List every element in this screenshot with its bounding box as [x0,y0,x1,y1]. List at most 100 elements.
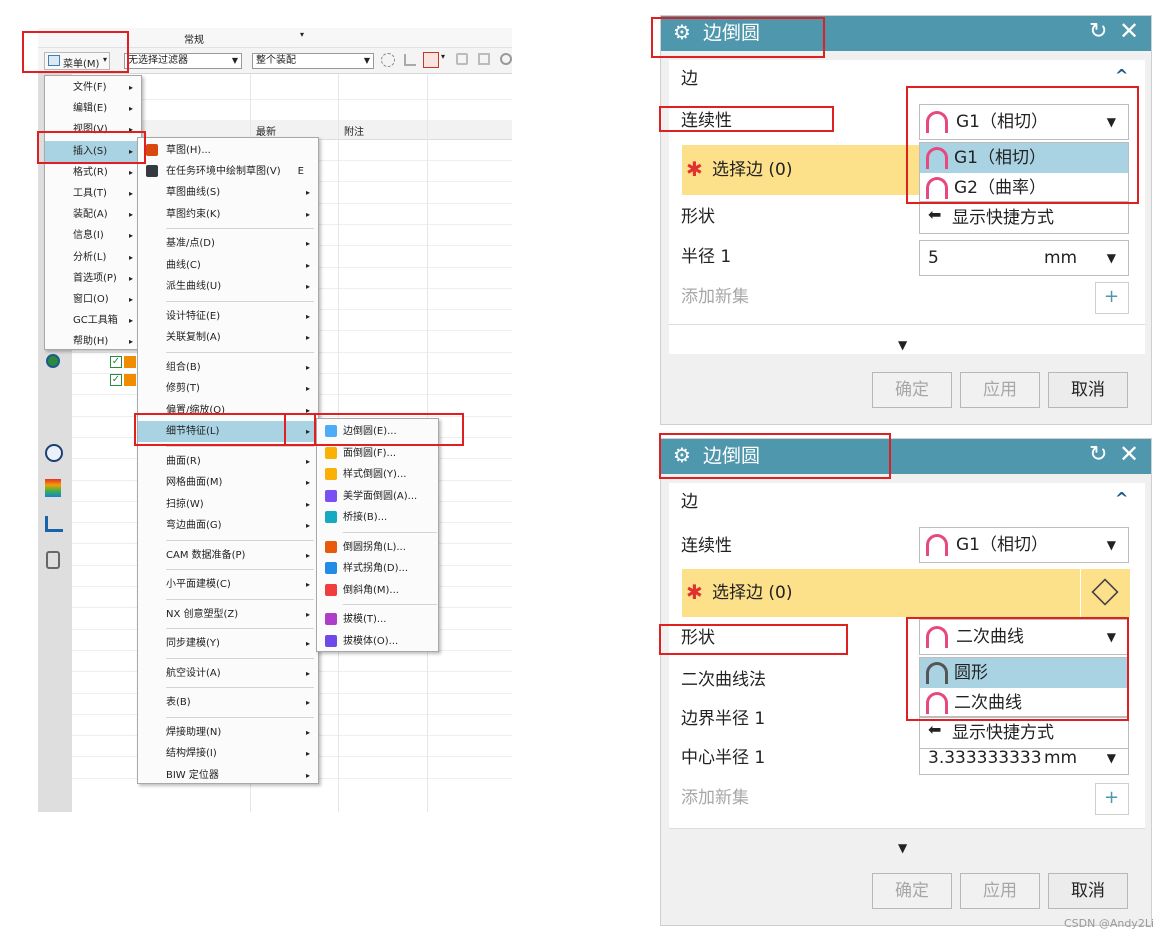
chevron-up-icon[interactable]: ^ [1115,489,1128,508]
box-select-icon[interactable] [478,53,490,65]
menu-item-edge-blend[interactable]: 边倒圆(E)... [317,421,438,442]
menu-item[interactable]: 草图(H)... [138,140,318,161]
add-new-set-button[interactable]: + [1095,282,1129,314]
center-radius-input[interactable]: 3.333333333 mm ▼ [919,749,1129,775]
gear-icon[interactable]: ⚙ [673,22,691,42]
snap-icon[interactable] [381,53,395,67]
menu-item[interactable]: 修剪(T) ▸ [138,378,318,399]
menu-item[interactable]: 样式倒圆(Y)... [317,464,438,485]
select-solid-button[interactable] [1080,569,1130,617]
menu-item[interactable]: 网格曲面(M) ▸ [138,472,318,493]
menu-item[interactable]: 设计特征(E) ▸ [138,306,318,327]
menu-item[interactable]: 草图约束(K) ▸ [138,204,318,225]
select-edge-band[interactable]: ✱ 选择边 (0) [682,569,1094,617]
menu-item[interactable]: 窗口(O) ▸ [45,289,141,310]
clock-icon[interactable] [45,444,63,462]
menu-item[interactable]: 弯边曲面(G) ▸ [138,515,318,536]
menu-item[interactable]: 拔模体(O)... [317,631,438,652]
filter-icon[interactable] [456,53,468,65]
apply-button[interactable]: 应用 [960,873,1040,909]
column-header-latest[interactable]: 最新 [256,123,276,138]
menu-item[interactable]: 同步建模(Y) ▸ [138,633,318,654]
option-g2[interactable]: G2（曲率） [920,173,1128,203]
menu-item[interactable]: 样式拐角(D)... [317,558,438,579]
menu-item[interactable]: 装配(A) ▸ [45,204,141,225]
option-circular[interactable]: 圆形 [920,658,1128,688]
expand-more-icon[interactable]: ▼ [898,841,907,855]
menu-item[interactable]: 航空设计(A) ▸ [138,663,318,684]
shape-dropdown[interactable]: 二次曲线 ▼ [919,619,1129,655]
apply-button[interactable]: 应用 [960,372,1040,408]
history-icon[interactable] [46,354,60,368]
menu-item[interactable]: NX 创意塑型(Z) ▸ [138,604,318,625]
checkbox-icon[interactable]: ✓ [110,356,122,368]
menu-item-insert[interactable]: 插入(S) ▸ [45,140,141,162]
menu-item[interactable]: 草图曲线(S) ▸ [138,182,318,203]
show-shortcuts-item[interactable]: ⬅ 显示快捷方式 [919,717,1129,749]
tools-icon[interactable] [46,551,60,569]
menu-item[interactable]: 焊接助理(N) ▸ [138,722,318,743]
palette-icon[interactable] [45,479,61,497]
ok-button[interactable]: 确定 [872,372,952,408]
reset-icon[interactable]: ↻ [1089,19,1107,44]
select-edge-band[interactable]: ✱ 选择边 (0) [682,145,920,195]
menu-item-detail-feature[interactable]: 细节特征(L) ▸ [138,421,318,442]
menu-item[interactable]: 表(B) ▸ [138,692,318,713]
section-title[interactable]: 边 [681,491,698,513]
menu-item[interactable]: 扫掠(W) ▸ [138,494,318,515]
select-icon[interactable] [404,54,416,66]
menu-item[interactable]: 偏置/缩放(O) ▸ [138,400,318,421]
menu-item[interactable]: 拔模(T)... [317,609,438,630]
menu-button[interactable]: 菜单(M) ▾ [44,52,110,70]
section-title[interactable]: 边 [681,68,698,90]
chevron-up-icon[interactable]: ^ [1115,66,1128,85]
close-icon[interactable]: ✕ [1119,17,1139,45]
selection-filter-combo[interactable]: 无选择过滤器 ▼ [124,53,242,69]
menu-item[interactable]: 信息(I) ▸ [45,225,141,246]
ok-button[interactable]: 确定 [872,873,952,909]
menu-item[interactable]: 在任务环境中绘制草图(V) E [138,161,318,182]
menu-item[interactable]: 基准/点(D) ▸ [138,233,318,254]
menu-item[interactable]: 面倒圆(F)... [317,443,438,464]
continuity-dropdown[interactable]: G1（相切） ▼ [919,104,1129,140]
menu-item[interactable]: 首选项(P) ▸ [45,268,141,289]
checkbox-icon[interactable]: ✓ [110,374,122,386]
menu-item[interactable]: 组合(B) ▸ [138,357,318,378]
expand-more-icon[interactable]: ▼ [898,338,907,352]
menu-item[interactable]: BIW 定位器 ▸ [138,765,318,786]
menu-item[interactable]: GC工具箱 ▸ [45,310,141,331]
chevron-down-icon[interactable]: ▾ [441,52,445,61]
menu-item[interactable]: 编辑(E) ▸ [45,98,141,119]
radius-input[interactable]: 5 mm ▼ [919,240,1129,276]
menu-item[interactable]: 曲面(R) ▸ [138,451,318,472]
option-g1[interactable]: G1（相切） [920,143,1128,173]
menu-item[interactable]: 视图(V) ▸ [45,119,141,140]
menu-item[interactable]: 派生曲线(U) ▸ [138,276,318,297]
assembly-scope-combo[interactable]: 整个装配 ▼ [252,53,374,69]
close-icon[interactable]: ✕ [1119,440,1139,468]
menu-item[interactable]: 小平面建模(C) ▸ [138,574,318,595]
menu-item[interactable]: 美学面倒圆(A)... [317,486,438,507]
column-header-note[interactable]: 附注 [344,123,364,138]
menu-item[interactable]: 结构焊接(I) ▸ [138,743,318,764]
menu-item[interactable]: 倒圆拐角(L)... [317,537,438,558]
menu-item[interactable]: 曲线(C) ▸ [138,255,318,276]
reset-icon[interactable]: ↻ [1089,442,1107,467]
menu-item[interactable]: 关联复制(A) ▸ [138,327,318,348]
option-conic[interactable]: 二次曲线 [920,688,1128,718]
menu-item[interactable]: 桥接(B)... [317,507,438,528]
roles-icon[interactable] [45,516,63,532]
menu-item[interactable]: 文件(F) ▸ [45,77,141,98]
menu-item[interactable]: 帮助(H) ▸ [45,331,141,352]
point-snap-icon[interactable] [423,52,439,68]
menu-item[interactable]: 分析(L) ▸ [45,247,141,268]
menu-item[interactable]: 倒斜角(M)... [317,580,438,601]
chevron-down-icon[interactable]: ▾ [300,30,304,39]
menu-item[interactable]: 格式(R) ▸ [45,162,141,183]
cancel-button[interactable]: 取消 [1048,372,1128,408]
show-shortcuts-item[interactable]: ⬅ 显示快捷方式 [919,202,1129,234]
cancel-button[interactable]: 取消 [1048,873,1128,909]
gear-icon[interactable]: ⚙ [673,445,691,465]
menu-item[interactable]: 工具(T) ▸ [45,183,141,204]
search-icon[interactable] [500,53,512,65]
